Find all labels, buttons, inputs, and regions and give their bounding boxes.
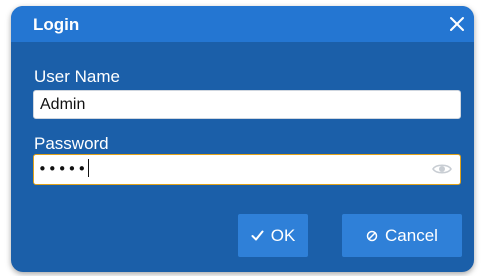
password-input[interactable]: ••••• — [33, 154, 461, 185]
password-value: ••••• — [38, 159, 90, 179]
cancel-button-label: Cancel — [385, 225, 438, 245]
ok-button-label: OK — [270, 225, 296, 245]
eye-icon[interactable] — [432, 162, 452, 176]
login-dialog: Login User Name Password ••••• OK — [11, 6, 474, 272]
dialog-title: Login — [33, 15, 80, 34]
close-icon[interactable] — [446, 13, 468, 35]
username-input[interactable] — [33, 90, 461, 119]
check-icon — [251, 230, 264, 241]
ok-button[interactable]: OK — [238, 214, 308, 257]
dialog-titlebar[interactable]: Login — [11, 6, 474, 42]
password-mask: ••••• — [38, 160, 88, 178]
cancel-button[interactable]: Cancel — [342, 214, 462, 257]
text-caret — [88, 159, 90, 177]
username-label: User Name — [34, 67, 120, 86]
password-label: Password — [34, 134, 109, 153]
cancel-icon — [366, 230, 378, 242]
